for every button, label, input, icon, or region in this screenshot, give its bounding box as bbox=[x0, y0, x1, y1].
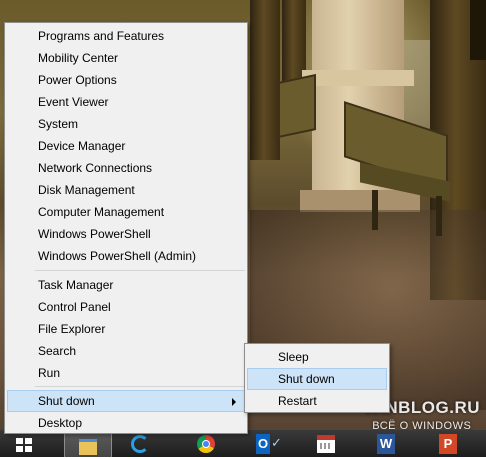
menu-separator bbox=[35, 386, 245, 387]
submenu-arrow-icon bbox=[232, 398, 236, 406]
menu-item-windows-powershell-admin[interactable]: Windows PowerShell (Admin) bbox=[7, 245, 245, 267]
folder-icon bbox=[79, 439, 97, 455]
windows-logo-icon bbox=[16, 438, 32, 452]
menu-item-computer-management[interactable]: Computer Management bbox=[7, 201, 245, 223]
wallpaper-pillar-base bbox=[300, 190, 420, 212]
winx-context-menu: Programs and Features Mobility Center Po… bbox=[4, 22, 248, 434]
submenu-item-shut-down[interactable]: Shut down bbox=[247, 368, 387, 390]
taskbar-file-explorer-button[interactable] bbox=[64, 432, 112, 459]
menu-item-disk-management[interactable]: Disk Management bbox=[7, 179, 245, 201]
taskbar-chrome-button[interactable] bbox=[191, 432, 221, 457]
submenu-item-sleep[interactable]: Sleep bbox=[247, 346, 387, 368]
checkmark-icon: ✓ bbox=[271, 436, 282, 451]
wallpaper-bench-leg bbox=[436, 196, 442, 236]
powerpoint-icon: P bbox=[439, 434, 457, 454]
shut-down-submenu: Sleep Shut down Restart bbox=[244, 343, 390, 413]
menu-item-task-manager[interactable]: Task Manager bbox=[7, 274, 245, 296]
menu-separator bbox=[35, 270, 245, 271]
taskbar-powerpoint-button[interactable]: P bbox=[434, 432, 464, 457]
menu-item-shut-down[interactable]: Shut down bbox=[7, 390, 245, 412]
taskbar-internet-explorer-button[interactable] bbox=[125, 432, 155, 457]
menu-item-mobility-center[interactable]: Mobility Center bbox=[7, 47, 245, 69]
internet-explorer-icon bbox=[131, 435, 149, 453]
menu-item-search[interactable]: Search bbox=[7, 340, 245, 362]
menu-item-file-explorer[interactable]: File Explorer bbox=[7, 318, 245, 340]
menu-item-device-manager[interactable]: Device Manager bbox=[7, 135, 245, 157]
taskbar-calendar-button[interactable] bbox=[312, 432, 342, 457]
chrome-icon bbox=[197, 435, 215, 453]
menu-item-power-options[interactable]: Power Options bbox=[7, 69, 245, 91]
menu-item-system[interactable]: System bbox=[7, 113, 245, 135]
submenu-item-restart[interactable]: Restart bbox=[247, 390, 387, 412]
start-button[interactable] bbox=[8, 432, 38, 457]
calendar-icon bbox=[317, 435, 335, 453]
menu-item-control-panel[interactable]: Control Panel bbox=[7, 296, 245, 318]
menu-item-network-connections[interactable]: Network Connections bbox=[7, 157, 245, 179]
wallpaper-bench bbox=[278, 73, 316, 139]
menu-item-windows-powershell[interactable]: Windows PowerShell bbox=[7, 223, 245, 245]
menu-item-run[interactable]: Run bbox=[7, 362, 245, 384]
taskbar: O ✓ W P bbox=[0, 430, 486, 459]
wallpaper-tree bbox=[470, 0, 486, 60]
outlook-icon: O bbox=[256, 434, 270, 454]
taskbar-word-button[interactable]: W bbox=[372, 432, 402, 457]
menu-item-programs-and-features[interactable]: Programs and Features bbox=[7, 25, 245, 47]
wallpaper-tree bbox=[250, 0, 280, 160]
taskbar-outlook-button[interactable]: O ✓ bbox=[252, 432, 282, 457]
word-icon: W bbox=[377, 434, 395, 454]
menu-item-desktop[interactable]: Desktop bbox=[7, 412, 245, 434]
wallpaper-bench-leg bbox=[372, 190, 378, 230]
wallpaper-pillar-cap bbox=[302, 70, 414, 86]
menu-item-shut-down-label: Shut down bbox=[38, 394, 95, 408]
menu-item-event-viewer[interactable]: Event Viewer bbox=[7, 91, 245, 113]
